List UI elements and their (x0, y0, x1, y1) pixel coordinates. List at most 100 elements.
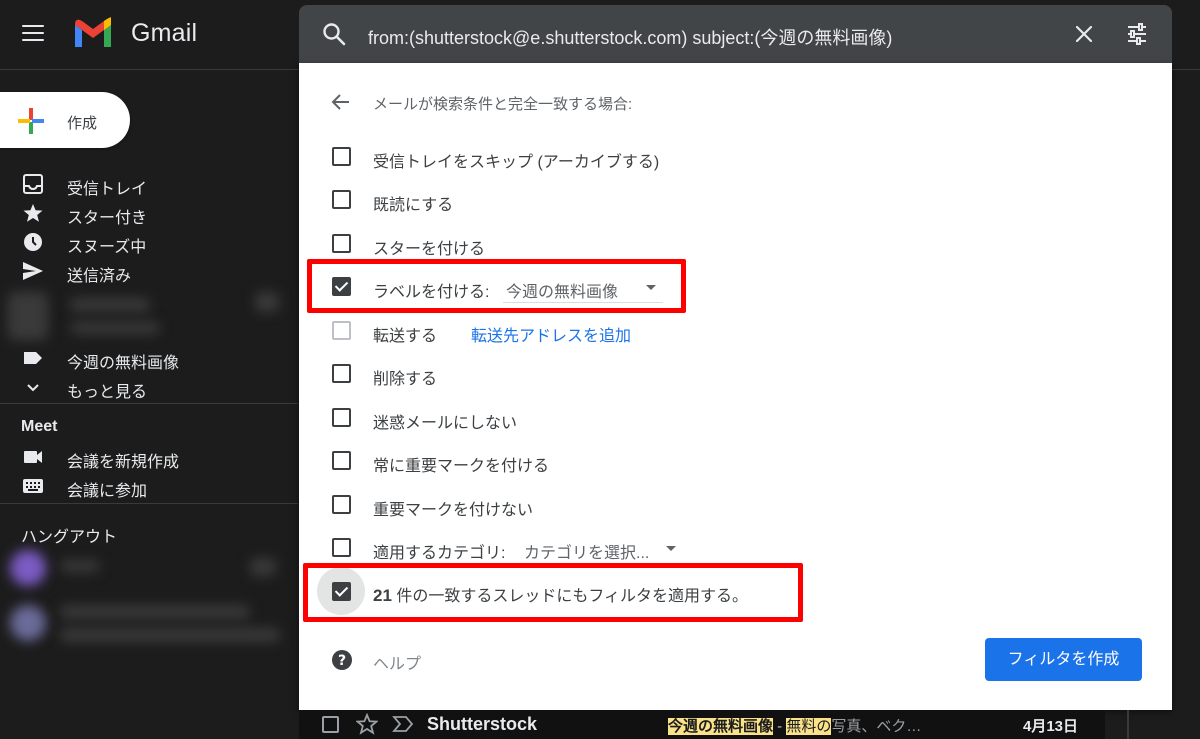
option-label: スターを付ける (373, 241, 486, 258)
redacted-item (8, 292, 48, 340)
scrollbar-track[interactable] (1127, 710, 1129, 739)
checkbox[interactable] (332, 234, 351, 253)
filter-option-mark-read[interactable]: 既読にする (299, 181, 1172, 217)
sidebar-item-label: 受信トレイ (67, 181, 148, 198)
filter-options-panel: メールが検索条件と完全一致する場合: 受信トレイをスキップ (アーカイブする) … (299, 63, 1172, 710)
compose-label: 作成 (67, 115, 98, 132)
checkbox[interactable] (332, 408, 351, 427)
importance-marker-icon[interactable] (392, 715, 414, 733)
video-icon (24, 451, 42, 463)
sidebar: 作成 受信トレイ スター付き スヌーズ中 送信済み 今週の無料画像 もっと見る … (0, 70, 298, 739)
option-label: 適用するカテゴリ: (373, 545, 506, 562)
help-link[interactable]: ヘルプ (373, 650, 421, 674)
redacted-avatar (10, 550, 46, 586)
search-input[interactable]: from:(shutterstock@e.shutterstock.com) s… (368, 24, 892, 50)
add-forwarding-address-link[interactable]: 転送先アドレスを追加 (471, 322, 631, 346)
filter-option-never-spam[interactable]: 迷惑メールにしない (299, 399, 1172, 435)
filter-option-skip-inbox[interactable]: 受信トレイをスキップ (アーカイブする) (299, 138, 1172, 174)
send-icon (23, 262, 43, 280)
sidebar-item-label: もっと見る (67, 384, 148, 401)
category-select[interactable]: カテゴリを選択... (524, 539, 649, 563)
sidebar-item-snoozed[interactable]: スヌーズ中 (0, 228, 298, 256)
chevron-down-icon (27, 384, 39, 392)
sidebar-item-label: 会議に参加 (67, 483, 148, 500)
search-options-icon[interactable] (1125, 22, 1149, 46)
compose-button[interactable]: 作成 (0, 92, 130, 148)
filter-option-star[interactable]: スターを付ける (299, 225, 1172, 261)
highlight-box (307, 259, 686, 313)
option-label: 重要マークを付けない (373, 502, 534, 519)
filter-option-delete[interactable]: 削除する (299, 355, 1172, 391)
checkbox[interactable] (332, 190, 351, 209)
mail-sender: Shutterstock (427, 714, 538, 734)
gmail-logo-icon[interactable] (72, 17, 114, 49)
filter-option-forward[interactable]: 転送する 転送先アドレスを追加 (299, 312, 1172, 348)
checkbox[interactable] (332, 147, 351, 166)
checkbox[interactable] (332, 538, 351, 557)
mail-subject: 今週の無料画像 - 無料の写真、ベク… (668, 715, 921, 736)
filter-option-category[interactable]: 適用するカテゴリ: カテゴリを選択... (299, 529, 1172, 565)
sidebar-item-join-meeting[interactable]: 会議に参加 (0, 472, 298, 500)
mail-date: 4月13日 (1023, 718, 1079, 735)
search-bar[interactable]: from:(shutterstock@e.shutterstock.com) s… (299, 5, 1172, 63)
redacted-item (70, 298, 150, 312)
filter-option-always-important[interactable]: 常に重要マークを付ける (299, 442, 1172, 478)
row-checkbox[interactable] (322, 716, 339, 733)
sidebar-item-label: 送信済み (67, 268, 132, 285)
meet-section-title: Meet (21, 418, 58, 435)
sidebar-item-new-meeting[interactable]: 会議を新規作成 (0, 443, 298, 471)
mail-snippet: 写真、ベク… (831, 718, 922, 735)
redacted-item (60, 605, 250, 619)
filter-header: メールが検索条件と完全一致する場合: (373, 96, 633, 113)
clock-icon (24, 233, 42, 251)
subject-separator: - (773, 718, 787, 735)
snippet-highlight: 無料の (786, 718, 832, 735)
sidebar-item-sent[interactable]: 送信済み (0, 257, 298, 285)
checkbox-disabled[interactable] (332, 321, 351, 340)
star-icon (23, 204, 43, 222)
redacted-item (250, 558, 276, 576)
dropdown-caret-icon[interactable] (666, 546, 676, 551)
sidebar-item-label: 今週の無料画像 (67, 355, 180, 372)
star-outline-icon[interactable] (356, 713, 378, 735)
checkbox[interactable] (332, 495, 351, 514)
checkbox[interactable] (332, 364, 351, 383)
filter-option-never-important[interactable]: 重要マークを付けない (299, 486, 1172, 522)
redacted-avatar (10, 605, 46, 641)
sidebar-item-label: 会議を新規作成 (67, 454, 180, 471)
keyboard-icon (23, 479, 43, 493)
sidebar-item-label-weekly-free-images[interactable]: 今週の無料画像 (0, 344, 298, 372)
main-menu-icon[interactable] (22, 25, 44, 41)
plus-icon (18, 108, 44, 134)
label-icon (24, 352, 42, 364)
sidebar-item-more[interactable]: もっと見る (0, 373, 298, 401)
redacted-item (70, 322, 160, 334)
search-icon[interactable] (321, 21, 347, 47)
option-label: 受信トレイをスキップ (アーカイブする) (373, 154, 660, 171)
option-label: 削除する (373, 371, 438, 388)
option-label: 転送する (373, 328, 438, 345)
create-filter-button[interactable]: フィルタを作成 (985, 638, 1142, 681)
divider (0, 403, 298, 404)
redacted-item (60, 560, 100, 572)
redacted-item (60, 628, 280, 642)
option-label: 常に重要マークを付ける (373, 458, 550, 475)
checkbox[interactable] (332, 451, 351, 470)
sidebar-item-label: スター付き (67, 210, 148, 227)
sidebar-item-label: スヌーズ中 (67, 239, 147, 256)
inbox-icon (23, 174, 43, 194)
mail-list-row[interactable]: Shutterstock 今週の無料画像 - 無料の写真、ベク… 4月13日 (299, 710, 1105, 739)
help-icon[interactable]: ? (331, 649, 353, 671)
svg-text:?: ? (338, 653, 346, 669)
app-title[interactable]: Gmail (131, 19, 197, 48)
sidebar-item-inbox[interactable]: 受信トレイ (0, 170, 298, 198)
redacted-item (255, 292, 279, 312)
subject-highlight: 今週の無料画像 (668, 718, 774, 735)
sidebar-item-starred[interactable]: スター付き (0, 199, 298, 227)
back-arrow-icon[interactable] (330, 91, 352, 113)
option-label: 迷惑メールにしない (373, 415, 518, 432)
close-icon[interactable] (1072, 22, 1096, 46)
divider (0, 503, 298, 504)
option-label: 既読にする (373, 197, 454, 214)
hangouts-section-title: ハングアウト (21, 529, 118, 546)
